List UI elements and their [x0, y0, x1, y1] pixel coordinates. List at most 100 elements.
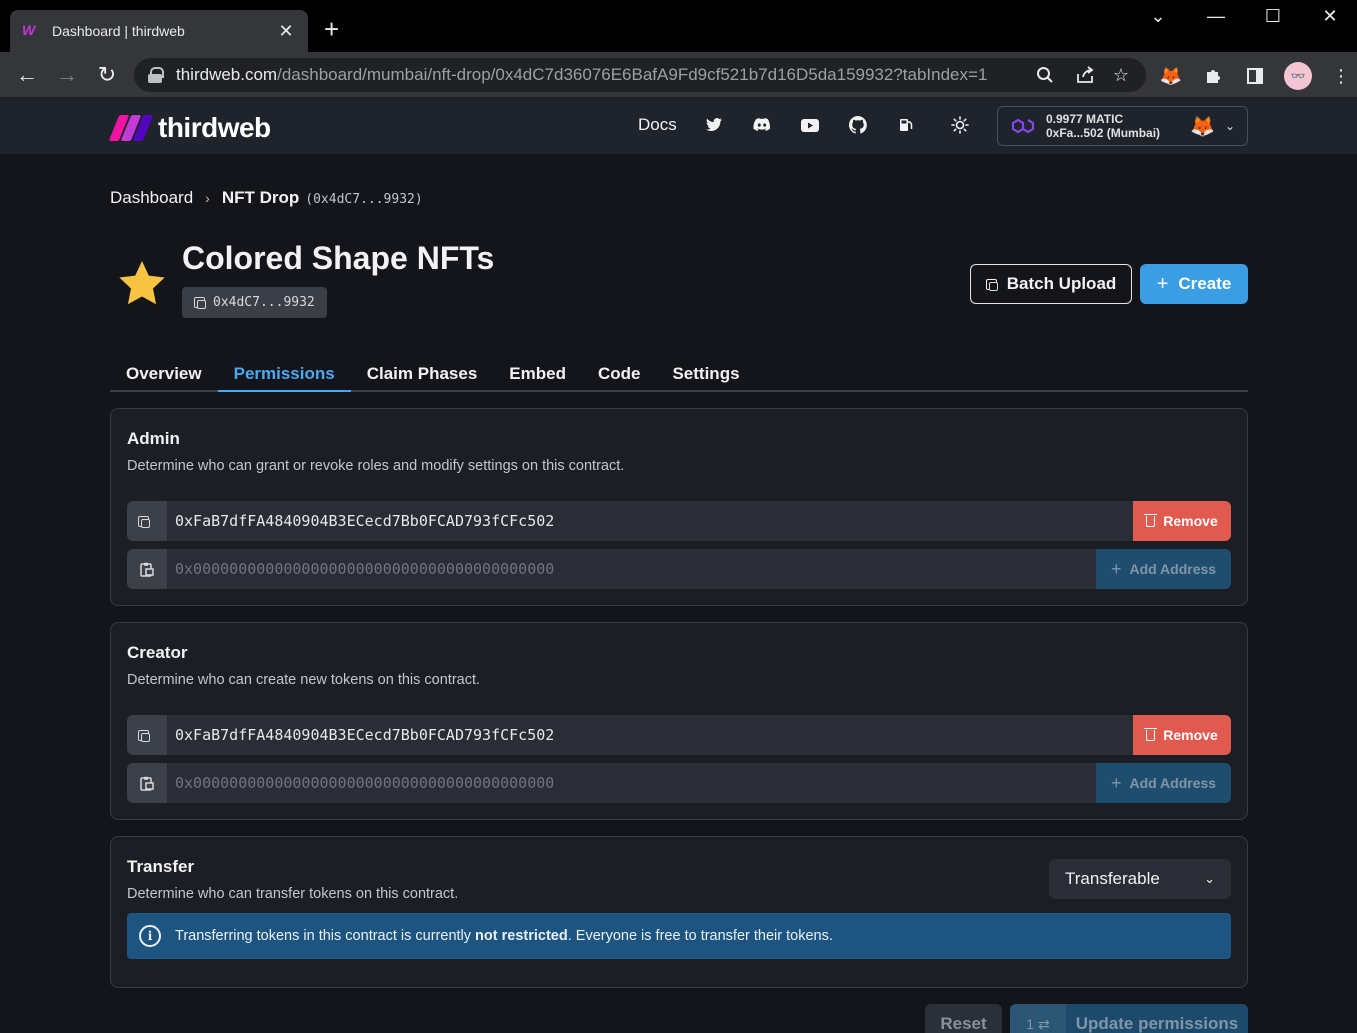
creator-add-row: 0x00000000000000000000000000000000000000…	[127, 763, 1231, 803]
breadcrumb-address: (0x4dC7...9932)	[305, 192, 423, 207]
batch-upload-button[interactable]: Batch Upload	[970, 264, 1132, 304]
creator-remove-button[interactable]: Remove	[1133, 715, 1231, 755]
batch-upload-icon	[985, 278, 998, 291]
bookmark-star-icon[interactable]: ☆	[1108, 62, 1134, 88]
thirdweb-favicon-icon: W	[22, 22, 35, 38]
address-bar[interactable]: thirdweb.com/dashboard/mumbai/nft-drop/0…	[134, 58, 1146, 92]
transfer-title: Transfer	[127, 857, 195, 876]
tab-embed[interactable]: Embed	[493, 360, 582, 392]
url-text[interactable]: thirdweb.com/dashboard/mumbai/nft-drop/0…	[176, 65, 987, 85]
minimize-icon[interactable]: —	[1201, 6, 1231, 27]
profile-avatar[interactable]: 👓	[1284, 62, 1312, 90]
page-title: Colored Shape NFTs	[182, 240, 495, 276]
header-nav: Docs	[638, 114, 997, 136]
metamask-fox-icon: 🦊	[1190, 115, 1215, 138]
admin-add-row: 0x00000000000000000000000000000000000000…	[127, 549, 1231, 589]
back-icon[interactable]: ←	[14, 62, 40, 88]
reset-button[interactable]: Reset	[925, 1004, 1002, 1033]
transfer-description: Determine who can transfer tokens on thi…	[127, 886, 459, 902]
copy-icon	[194, 297, 206, 309]
breadcrumb-current: NFT Drop	[221, 188, 300, 207]
creator-address-row: 0xFaB7dfFA4840904B3ECecd7Bb0FCAD793fCFc5…	[127, 715, 1231, 755]
tab-settings[interactable]: Settings	[656, 360, 755, 392]
wallet-address: 0xFa...502 (Mumbai)	[1046, 126, 1161, 140]
update-permissions-button[interactable]: 1 ⇄ Update permissions	[1010, 1004, 1248, 1033]
breadcrumb-separator-icon: ›	[205, 190, 210, 206]
thirdweb-logo-icon	[108, 115, 154, 141]
creator-add-address-button[interactable]: + Add Address	[1096, 763, 1231, 803]
admin-description: Determine who can grant or revoke roles …	[127, 458, 625, 474]
info-icon: i	[139, 925, 161, 947]
copy-address-icon[interactable]	[127, 501, 167, 541]
paste-icon[interactable]	[127, 763, 167, 803]
contract-address-copy-button[interactable]: 0x4dC7...9932	[182, 287, 327, 318]
lock-icon[interactable]	[148, 67, 164, 83]
tab-overview[interactable]: Overview	[110, 360, 218, 392]
browser-toolbar: ← → ↻ thirdweb.com/dashboard/mumbai/nft-…	[0, 52, 1357, 98]
admin-address-row: 0xFaB7dfFA4840904B3ECecd7Bb0FCAD793fCFc5…	[127, 501, 1231, 541]
wallet-button[interactable]: 0.9977 MATIC 0xFa...502 (Mumbai) 🦊 ⌄	[997, 106, 1248, 146]
forward-icon[interactable]: →	[54, 62, 80, 88]
site-header: thirdweb Docs 0.9977 MATIC 0xFa...502 (M…	[0, 98, 1357, 154]
transfer-info-text: Transferring tokens in this contract is …	[175, 928, 833, 944]
admin-address-input[interactable]: 0x00000000000000000000000000000000000000…	[167, 549, 1096, 589]
admin-role-card: Admin Determine who can grant or revoke …	[110, 408, 1248, 606]
metamask-extension-icon[interactable]: 🦊	[1158, 63, 1184, 89]
create-label: Create	[1178, 274, 1232, 293]
extensions-area: ☆ 🦊 👓 ⋮	[1037, 62, 1354, 90]
batch-upload-label: Batch Upload	[1006, 274, 1117, 293]
creator-role-card: Creator Determine who can create new tok…	[110, 622, 1248, 820]
create-button[interactable]: + Create	[1140, 264, 1248, 304]
admin-remove-button[interactable]: Remove	[1133, 501, 1231, 541]
creator-description: Determine who can create new tokens on t…	[127, 672, 481, 688]
paste-icon[interactable]	[127, 549, 167, 589]
admin-add-address-button[interactable]: + Add Address	[1096, 549, 1231, 589]
plus-icon: +	[1156, 272, 1169, 295]
copy-address-icon[interactable]	[127, 715, 167, 755]
new-tab-button[interactable]: +	[324, 14, 339, 44]
creator-address-value: 0xFaB7dfFA4840904B3ECecd7Bb0FCAD793fCFc5…	[167, 715, 1133, 755]
breadcrumb-dashboard[interactable]: Dashboard	[110, 188, 193, 208]
side-panel-icon[interactable]	[1242, 63, 1268, 89]
github-icon[interactable]	[847, 114, 869, 136]
trash-icon	[1144, 727, 1158, 741]
tab-search-icon[interactable]: ⌄	[1143, 6, 1173, 27]
contract-address: 0x4dC7...9932	[213, 295, 315, 310]
wallet-info: 0.9977 MATIC 0xFa...502 (Mumbai)	[1046, 112, 1190, 140]
admin-address-value: 0xFaB7dfFA4840904B3ECecd7Bb0FCAD793fCFc5…	[167, 501, 1133, 541]
docs-link[interactable]: Docs	[638, 115, 677, 135]
tab-permissions[interactable]: Permissions	[217, 360, 351, 392]
reload-icon[interactable]: ↻	[94, 62, 120, 88]
transfer-mode-value: Transferable	[1065, 869, 1160, 888]
browser-tab[interactable]: W Dashboard | thirdweb ✕	[10, 10, 308, 52]
tab-code[interactable]: Code	[582, 360, 657, 392]
transfer-role-card: Transfer Determine who can transfer toke…	[110, 836, 1248, 988]
thirdweb-logo[interactable]: thirdweb	[108, 112, 271, 144]
twitter-icon[interactable]	[703, 114, 725, 136]
maximize-icon[interactable]: ☐	[1258, 6, 1288, 27]
star-icon	[119, 261, 165, 305]
extensions-puzzle-icon[interactable]	[1200, 63, 1226, 89]
browser-tabbar: W Dashboard | thirdweb ✕ + ⌄ — ☐ ✕	[0, 0, 1357, 52]
breadcrumb: Dashboard › NFT Drop (0x4dC7...9932)	[110, 188, 423, 208]
discord-icon[interactable]	[751, 114, 773, 136]
chevron-down-icon: ⌄	[1204, 871, 1215, 886]
tab-claim-phases[interactable]: Claim Phases	[351, 360, 494, 392]
close-tab-icon[interactable]: ✕	[276, 21, 296, 42]
gas-pump-icon[interactable]	[895, 114, 917, 136]
chevron-down-icon: ⌄	[1224, 119, 1235, 133]
creator-address-input[interactable]: 0x00000000000000000000000000000000000000…	[167, 763, 1096, 803]
trash-icon	[1144, 513, 1158, 527]
contract-tabs: Overview Permissions Claim Phases Embed …	[110, 360, 1248, 392]
polygon-chain-icon	[1010, 115, 1036, 137]
theme-toggle-sun-icon[interactable]	[949, 114, 971, 136]
admin-title: Admin	[127, 429, 180, 448]
update-permissions-label: Update permissions	[1075, 1014, 1239, 1033]
transfer-mode-select[interactable]: Transferable ⌄	[1049, 859, 1231, 899]
youtube-icon[interactable]	[799, 114, 821, 136]
menu-kebab-icon[interactable]: ⋮	[1328, 63, 1354, 89]
share-icon[interactable]	[1072, 62, 1098, 88]
close-window-icon[interactable]: ✕	[1315, 6, 1345, 27]
wallet-balance: 0.9977 MATIC	[1046, 112, 1124, 126]
zoom-icon[interactable]	[1032, 62, 1058, 88]
